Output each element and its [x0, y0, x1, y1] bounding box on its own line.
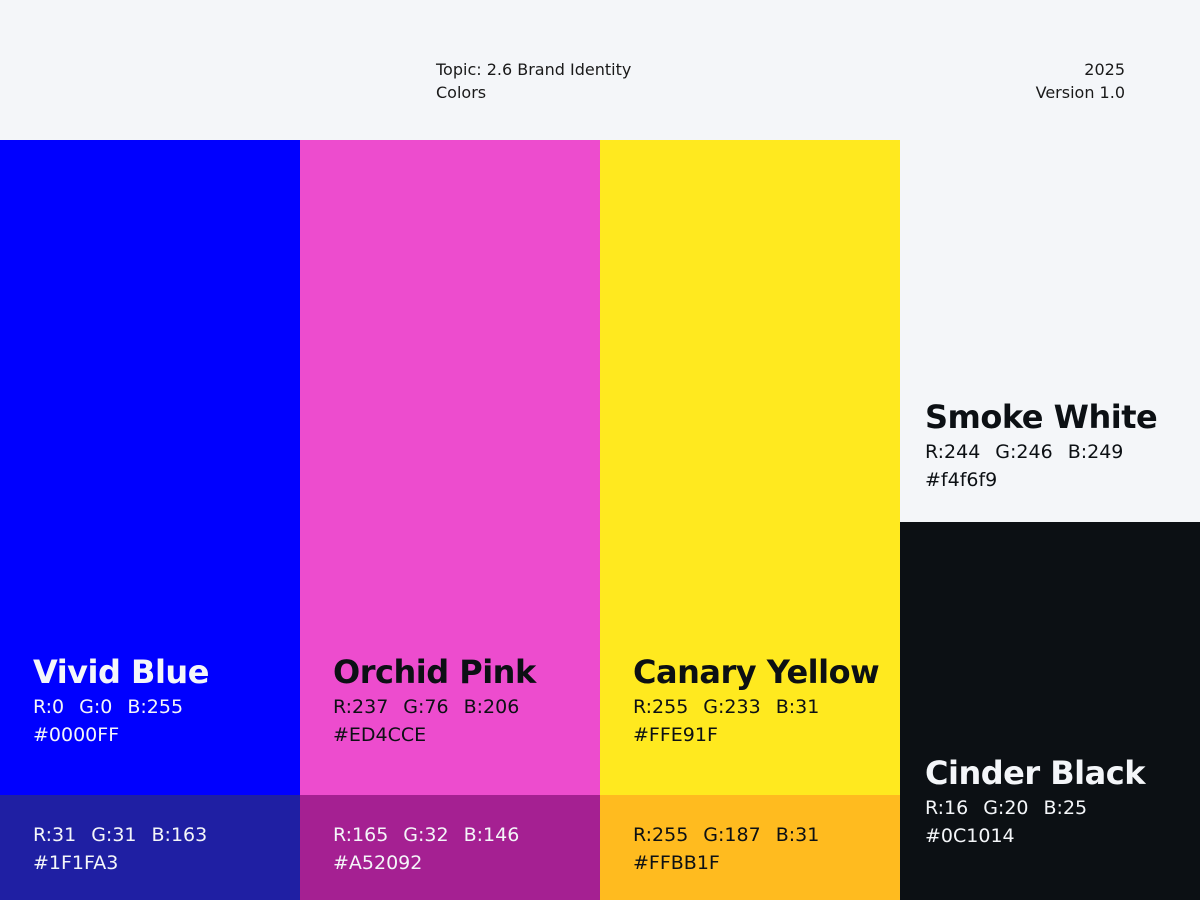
swatch-label: R:31 G:31 B:163 #1F1FA3: [33, 821, 207, 877]
rgb-values: R:237 G:76 B:206: [333, 693, 536, 721]
red-value: R:244: [925, 441, 981, 463]
color-name: Cinder Black: [925, 754, 1145, 792]
topic-subtitle: Colors: [436, 83, 487, 102]
rgb-values: R:255 G:233 B:31: [633, 693, 879, 721]
red-value: R:237: [333, 696, 389, 718]
swatch-label: Canary Yellow R:255 G:233 B:31 #FFE91F: [633, 653, 880, 749]
blue-value: B:146: [463, 824, 520, 846]
blue-value: B:249: [1067, 441, 1124, 463]
color-name: Vivid Blue: [33, 653, 209, 691]
green-value: G:233: [703, 696, 761, 718]
swatch-label: R:255 G:187 B:31 #FFBB1F: [633, 821, 819, 877]
version-label: Version 1.0: [1035, 83, 1125, 102]
blue-value: B:206: [463, 696, 520, 718]
swatch-vivid-blue: Vivid Blue R:0 G:0 B:255 #0000FF: [0, 140, 300, 795]
hex-value: #FFBB1F: [633, 852, 720, 874]
swatch-orchid-pink: Orchid Pink R:237 G:76 B:206 #ED4CCE: [300, 140, 600, 795]
red-value: R:255: [633, 696, 689, 718]
swatch-label: Orchid Pink R:237 G:76 B:206 #ED4CCE: [333, 653, 536, 749]
hex-value: #A52092: [333, 852, 423, 874]
blue-value: B:163: [151, 824, 208, 846]
green-value: G:20: [983, 797, 1029, 819]
swatch-smoke-white: Smoke White R:244 G:246 B:249 #f4f6f9: [900, 140, 1200, 522]
swatch-vivid-blue-shade: R:31 G:31 B:163 #1F1FA3: [0, 795, 300, 900]
swatch-label: Smoke White R:244 G:246 B:249 #f4f6f9: [925, 398, 1158, 494]
rgb-values: R:31 G:31 B:163: [33, 821, 207, 849]
year-label: 2025: [1084, 60, 1125, 79]
swatch-orchid-pink-shade: R:165 G:32 B:146 #A52092: [300, 795, 600, 900]
hex-value: #f4f6f9: [925, 469, 998, 491]
rgb-values: R:165 G:32 B:146: [333, 821, 519, 849]
red-value: R:255: [633, 824, 689, 846]
hex-value: #0C1014: [925, 825, 1015, 847]
page-header: Topic: 2.6 Brand Identity Colors 2025 Ve…: [0, 0, 1200, 140]
rgb-values: R:244 G:246 B:249: [925, 438, 1157, 466]
color-name: Orchid Pink: [333, 653, 536, 691]
topic-block: Topic: 2.6 Brand Identity Colors: [436, 58, 631, 104]
red-value: R:165: [333, 824, 389, 846]
color-name: Canary Yellow: [633, 653, 880, 691]
green-value: G:246: [995, 441, 1053, 463]
green-value: G:0: [79, 696, 113, 718]
rgb-values: R:255 G:187 B:31: [633, 821, 819, 849]
swatch-label: R:165 G:32 B:146 #A52092: [333, 821, 519, 877]
swatch-label: Vivid Blue R:0 G:0 B:255 #0000FF: [33, 653, 209, 749]
swatch-cinder-black: Cinder Black R:16 G:20 B:25 #0C1014: [900, 522, 1200, 900]
red-value: R:16: [925, 797, 969, 819]
red-value: R:0: [33, 696, 65, 718]
hex-value: #FFE91F: [633, 724, 718, 746]
rgb-values: R:16 G:20 B:25: [925, 794, 1145, 822]
blue-value: B:31: [775, 696, 820, 718]
green-value: G:187: [703, 824, 761, 846]
hex-value: #0000FF: [33, 724, 120, 746]
red-value: R:31: [33, 824, 77, 846]
blue-value: B:31: [775, 824, 820, 846]
hex-value: #ED4CCE: [333, 724, 427, 746]
swatch-canary-yellow: Canary Yellow R:255 G:233 B:31 #FFE91F: [600, 140, 900, 795]
topic-title: Topic: 2.6 Brand Identity: [436, 60, 632, 79]
color-name: Smoke White: [925, 398, 1158, 436]
swatch-canary-yellow-shade: R:255 G:187 B:31 #FFBB1F: [600, 795, 900, 900]
green-value: G:32: [403, 824, 449, 846]
hex-value: #1F1FA3: [33, 852, 119, 874]
blue-value: B:25: [1043, 797, 1088, 819]
swatch-label: Cinder Black R:16 G:20 B:25 #0C1014: [925, 754, 1145, 850]
green-value: G:76: [403, 696, 449, 718]
rgb-values: R:0 G:0 B:255: [33, 693, 209, 721]
green-value: G:31: [91, 824, 137, 846]
meta-block: 2025 Version 1.0: [1036, 58, 1125, 104]
blue-value: B:255: [127, 696, 184, 718]
